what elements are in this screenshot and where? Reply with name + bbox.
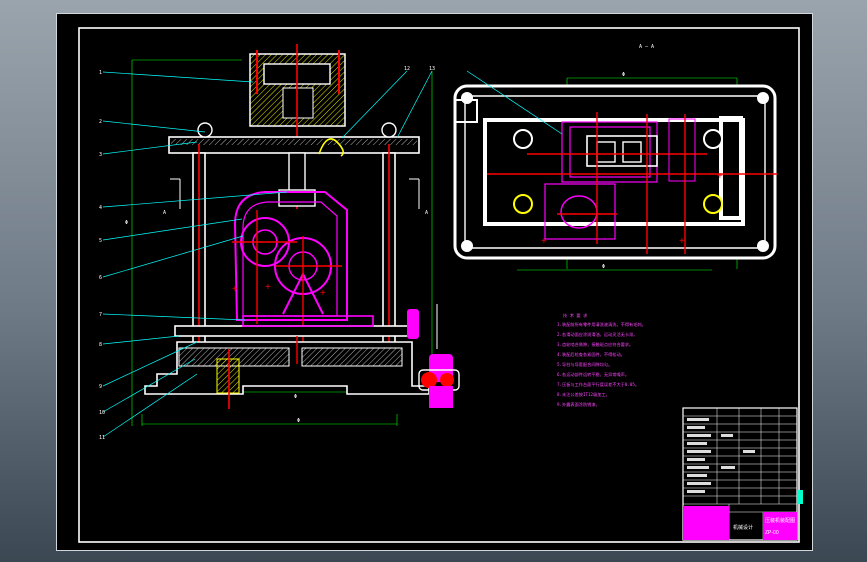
dimension-label: Φ (602, 264, 605, 270)
tech-req-line: 7.压板与工作台面平行度误差不大于0.05。 (557, 381, 639, 388)
dimension-label: Φ (297, 418, 300, 424)
part-number: 12 (404, 66, 410, 72)
tech-req-line: 8.未注公差按IT12级加工。 (557, 391, 610, 398)
cad-drawing: + + + A A 1 2 3 4 5 6 7 8 9 10 11 12 13 … (78, 27, 803, 543)
tech-req-line: 5.导柱与导套配合间隙均匀。 (557, 361, 612, 368)
title-block-title: 压装机装配图 (765, 517, 795, 524)
title-block: 压装机装配图 ZP-00 机械设计 (682, 407, 803, 541)
part-number: 9 (99, 384, 102, 390)
title-block-school: 机械设计 (733, 524, 753, 531)
svg-text:+: + (541, 236, 547, 247)
part-number: 13 (429, 66, 435, 72)
part-number: 11 (99, 435, 105, 441)
tech-req-line: 2.各滑动面应涂润滑油，运动灵活无卡滞。 (557, 331, 637, 338)
title-block-drawing-no: ZP-00 (765, 530, 779, 536)
svg-text:+: + (679, 236, 685, 247)
section-view-label: A — A (639, 44, 654, 50)
section-mark-right: A (425, 210, 428, 216)
part-number: 8 (99, 342, 102, 348)
part-number: 10 (99, 410, 105, 416)
svg-text:+: + (717, 171, 723, 182)
tech-req-line: 4.装配后检查各紧固件，不得松动。 (557, 351, 625, 358)
part-number: 6 (99, 275, 102, 281)
section-view-a-a: A — A Φ Φ + + + (453, 44, 777, 271)
part-number: 5 (99, 238, 102, 244)
dimension-label: Φ (622, 72, 625, 78)
tech-req-title: 技 术 要 求 (563, 312, 588, 319)
drawing-sheet: + + + A A 1 2 3 4 5 6 7 8 9 10 11 12 13 … (56, 13, 813, 551)
part-number: 4 (99, 205, 102, 211)
tech-req-line: 1.装配前所有零件用清洗液清洗，不得有毛刺。 (557, 321, 646, 328)
dimension-label: Φ (294, 394, 297, 400)
tech-req-line: 3.齿轮啮合侧隙，接触斑点应符合要求。 (557, 341, 633, 348)
part-number: 1 (99, 70, 102, 76)
part-number: 2 (99, 119, 102, 125)
section-mark-left: A (163, 210, 166, 216)
svg-text:+: + (320, 288, 326, 299)
svg-text:+: + (265, 282, 271, 293)
front-view: + + + A A 1 2 3 4 5 6 7 8 9 10 11 12 13 … (99, 44, 460, 441)
part-number: 3 (99, 152, 102, 158)
part-number: 7 (99, 312, 102, 318)
dimension-label: Φ (125, 220, 128, 226)
technical-requirements: 技 术 要 求 1.装配前所有零件用清洗液清洗，不得有毛刺。 2.各滑动面应涂润… (557, 312, 646, 408)
tech-req-line: 6.各运动部件运转平稳，无异常噪声。 (557, 371, 629, 378)
tech-req-line: 9.外露表面涂防锈漆。 (557, 401, 600, 408)
svg-text:+: + (232, 284, 238, 295)
